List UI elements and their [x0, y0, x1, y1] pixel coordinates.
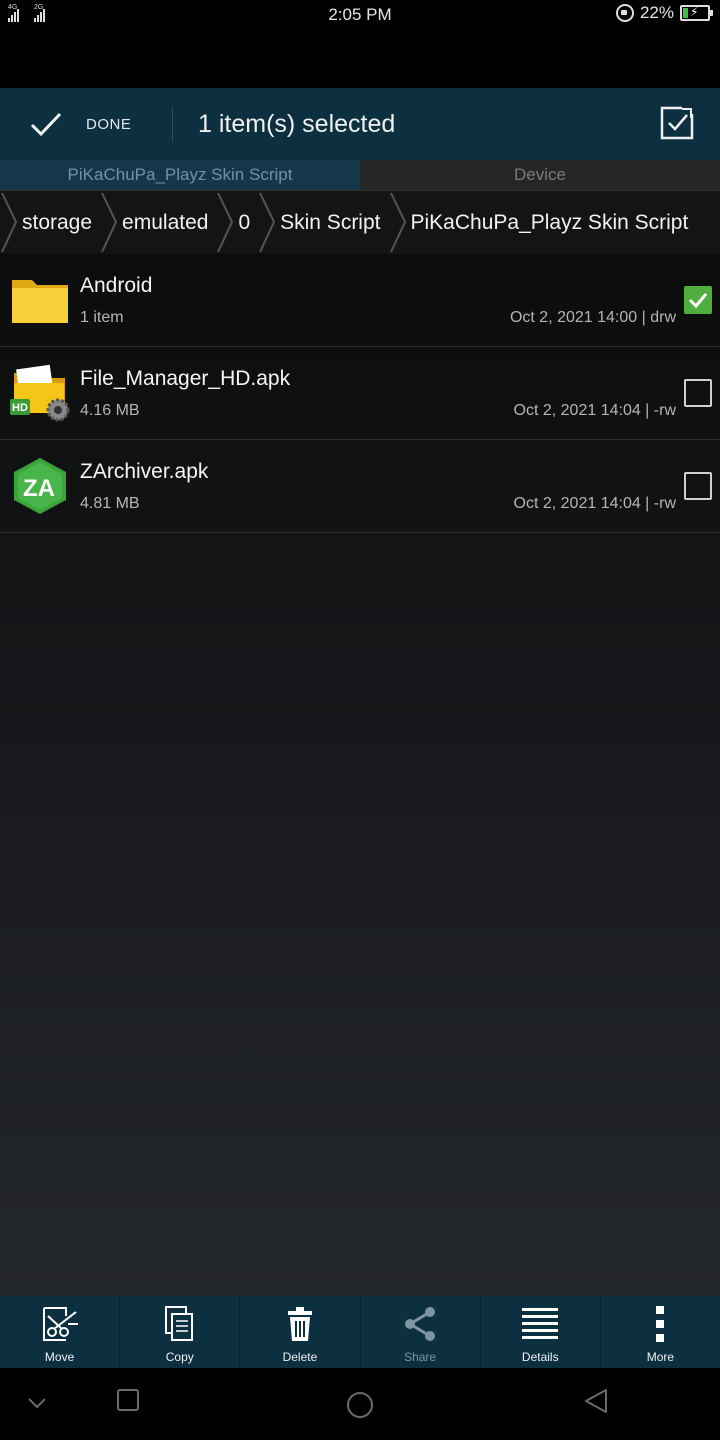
tab-device[interactable]: Device — [360, 160, 720, 190]
copy-icon — [164, 1306, 193, 1341]
share-label: Share — [404, 1350, 437, 1364]
battery-percent: 22% — [639, 3, 674, 22]
chevron-right-icon — [259, 192, 276, 253]
breadcrumb-item[interactable]: PiKaChuPa_Playz Skin Script — [389, 191, 697, 254]
svg-text:HD: HD — [12, 402, 28, 414]
file-name: Android — [80, 274, 153, 297]
folder-icon — [12, 280, 68, 323]
file-list: Android 1 item Oct 2, 2021 14:00 | drw H… — [0, 254, 720, 1296]
chevron-right-icon — [1, 192, 18, 253]
select-checkbox[interactable] — [684, 286, 712, 314]
breadcrumb-label: storage — [22, 210, 93, 234]
copy-label: Copy — [165, 1350, 194, 1364]
breadcrumb-label: emulated — [122, 210, 209, 234]
recent-apps-icon[interactable] — [116, 1388, 140, 1412]
check-icon — [30, 112, 62, 137]
back-icon[interactable] — [584, 1388, 608, 1414]
move-label: Move — [44, 1350, 75, 1364]
home-icon[interactable] — [345, 1390, 375, 1420]
zarchiver-app-icon: ZA — [14, 458, 66, 514]
status-bar: 4G 2G 2:05 PM 22% ⚡ — [0, 0, 720, 30]
breadcrumb-label: PiKaChuPa_Playz Skin Script — [410, 210, 689, 234]
rotation-lock-icon — [615, 4, 634, 22]
select-checkbox[interactable] — [684, 472, 712, 500]
clock: 2:05 PM — [328, 5, 392, 24]
battery-icon: ⚡ — [680, 5, 713, 21]
location-tabs: PiKaChuPa_Playz Skin Script Device — [0, 160, 720, 190]
file-meta: 4.16 MB — [80, 402, 140, 419]
more-icon — [656, 1306, 665, 1342]
list-item[interactable]: HD File_Manager_HD.apk 4.16 MB Oct 2, 20… — [0, 347, 720, 440]
breadcrumb-item[interactable]: storage — [0, 191, 100, 254]
toolbar-divider — [172, 108, 173, 142]
more-button[interactable]: More — [601, 1296, 720, 1368]
file-meta: 4.81 MB — [80, 495, 140, 512]
list-item[interactable]: ZA ZArchiver.apk 4.81 MB Oct 2, 2021 14:… — [0, 440, 720, 533]
details-icon — [522, 1308, 559, 1339]
chevron-right-icon — [217, 192, 234, 253]
done-label: DONE — [86, 115, 132, 133]
file-date: Oct 2, 2021 14:04 | -rw — [513, 495, 676, 512]
delete-label: Delete — [282, 1350, 318, 1364]
details-button[interactable]: Details — [481, 1296, 601, 1368]
select-all-icon[interactable] — [660, 106, 694, 140]
selection-count-title: 1 item(s) selected — [198, 110, 396, 138]
more-label: More — [646, 1350, 675, 1364]
breadcrumb-label: Skin Script — [280, 210, 381, 234]
delete-button[interactable]: Delete — [240, 1296, 361, 1368]
svg-text:ZA: ZA — [23, 475, 55, 502]
chevron-right-icon — [101, 192, 118, 253]
file-name: ZArchiver.apk — [80, 460, 209, 483]
file-manager-hd-app-icon: HD — [10, 364, 70, 422]
chevron-down-icon[interactable] — [26, 1396, 48, 1410]
tab-current-folder[interactable]: PiKaChuPa_Playz Skin Script — [0, 160, 360, 190]
done-button[interactable]: DONE — [28, 104, 131, 144]
action-bar: Move Copy Delete Share Details More — [0, 1296, 720, 1368]
move-icon — [42, 1307, 78, 1341]
details-label: Details — [521, 1350, 559, 1364]
copy-button[interactable]: Copy — [120, 1296, 241, 1368]
breadcrumb: storage emulated 0 Skin Script PiKaChuPa_Pla… — [0, 190, 720, 255]
selection-toolbar: DONE 1 item(s) selected — [0, 88, 720, 160]
list-item[interactable]: Android 1 item Oct 2, 2021 14:00 | drw — [0, 254, 720, 347]
breadcrumb-item[interactable]: emulated — [100, 191, 216, 254]
share-icon — [405, 1307, 436, 1341]
chevron-right-icon — [389, 192, 406, 253]
delete-icon — [287, 1307, 312, 1341]
check-icon — [688, 293, 708, 309]
breadcrumb-label: 0 — [238, 210, 251, 234]
select-checkbox[interactable] — [684, 379, 712, 407]
breadcrumb-item[interactable]: 0 — [216, 191, 258, 254]
move-button[interactable]: Move — [0, 1296, 121, 1368]
system-nav-bar — [0, 1368, 720, 1440]
file-meta: 1 item — [80, 309, 124, 326]
breadcrumb-item[interactable]: Skin Script — [258, 191, 388, 254]
file-date: Oct 2, 2021 14:00 | drw — [509, 309, 676, 326]
file-date: Oct 2, 2021 14:04 | -rw — [513, 402, 676, 419]
share-button[interactable]: Share — [361, 1296, 481, 1368]
file-name: File_Manager_HD.apk — [80, 367, 291, 390]
